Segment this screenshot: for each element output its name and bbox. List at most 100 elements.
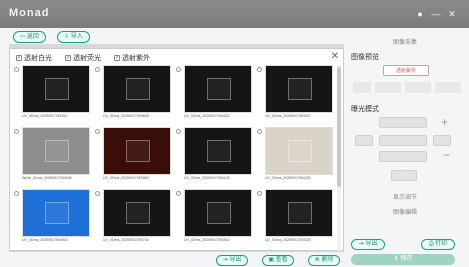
- back-label: 返回: [26, 34, 39, 40]
- panel-print-button[interactable]: ⎙ 打印: [421, 239, 455, 250]
- export-icon: ⇥: [222, 257, 228, 263]
- thumbnail-item[interactable]: White_XDms_20250917094046: [14, 127, 93, 185]
- select-radio[interactable]: [14, 67, 19, 72]
- save-icon: ⬇: [393, 256, 399, 262]
- select-radio[interactable]: [95, 129, 100, 134]
- sample-plate: [126, 140, 150, 162]
- print-icon: ⎙: [428, 241, 434, 247]
- check-uv[interactable]: ✓ 透射紫外: [114, 53, 150, 63]
- plus-icon[interactable]: +: [441, 115, 448, 129]
- thumbnail-caption: UV_XDms_20250917094125: [184, 176, 230, 180]
- export-icon: ⇥: [358, 241, 364, 247]
- tab-display[interactable]: 显示调节: [345, 192, 465, 201]
- exposure-apply[interactable]: [391, 170, 417, 181]
- thumbnail-item[interactable]: UV_XDms_20250917094902: [176, 189, 255, 247]
- panel-print-label: 打印: [435, 241, 448, 247]
- thumbnail-caption: UV_XDms_20250917094204: [184, 114, 230, 118]
- scrollbar[interactable]: [337, 65, 341, 251]
- sample-plate: [288, 140, 312, 162]
- sample-plate: [45, 202, 69, 224]
- back-button[interactable]: ⇦ 返回: [13, 31, 46, 43]
- exposure-minus-field[interactable]: [355, 135, 373, 146]
- panel-export-label: 导出: [365, 241, 378, 247]
- select-radio[interactable]: [14, 191, 19, 196]
- select-radio[interactable]: [257, 191, 262, 196]
- thumbnail-item[interactable]: UV_XDms_20250917094505: [95, 65, 174, 123]
- thumbnail-item[interactable]: UV_XDms_20250917094734: [95, 189, 174, 247]
- select-radio[interactable]: [176, 67, 181, 72]
- thumbnail-caption: UV_XDms_20250917091812: [22, 114, 68, 118]
- thumbnail-item[interactable]: UV_XDms_20250917091859: [95, 127, 174, 185]
- sample-plate: [45, 78, 69, 100]
- panel-export-button[interactable]: ⇥ 导出: [351, 239, 385, 250]
- exposure-plus-field[interactable]: [433, 135, 451, 146]
- thumbnail-image[interactable]: [103, 65, 171, 113]
- exposure-value-field[interactable]: [379, 135, 427, 146]
- select-radio[interactable]: [95, 191, 100, 196]
- check-white[interactable]: ✓ 透射白光: [16, 53, 52, 63]
- check-fluor[interactable]: ✓ 透射荧光: [65, 53, 101, 63]
- exposure-title: 曝光模式: [351, 106, 379, 113]
- thumbnail-image[interactable]: [103, 189, 171, 237]
- select-radio[interactable]: [95, 67, 100, 72]
- check-icon: ✓: [65, 55, 71, 61]
- thumbnail-item[interactable]: UV_XDms_20250917094230: [257, 127, 334, 185]
- check-icon: ✓: [114, 55, 120, 61]
- sample-plate: [207, 202, 231, 224]
- select-radio[interactable]: [176, 191, 181, 196]
- thumbnail-caption: UV_XDms_20250917094230: [265, 176, 311, 180]
- thumbnail-image[interactable]: [184, 127, 252, 175]
- export-button[interactable]: ⇥ 导出: [216, 255, 248, 266]
- import-button[interactable]: ⇩ 导入: [57, 31, 90, 43]
- thumbnail-caption: UV_XDms_20250917094902: [184, 238, 230, 242]
- thumbnail-image[interactable]: [265, 127, 333, 175]
- close-icon[interactable]: ✕: [447, 9, 457, 19]
- save-button[interactable]: ⬇ 保存: [351, 254, 455, 265]
- side-panel: 图像采集 图像预览 透射紫外 曝光模式 + − 显示调节 图像编辑 ⇥ 导出 ⎙…: [345, 30, 465, 265]
- thumbnail-image[interactable]: [22, 189, 90, 237]
- view-button[interactable]: ▣ 查看: [262, 255, 294, 266]
- thumbnail-image[interactable]: [184, 65, 252, 113]
- delete-button[interactable]: ⊗ 删除: [308, 255, 340, 266]
- back-icon: ⇦: [20, 34, 26, 40]
- tab-edit[interactable]: 图像编辑: [345, 207, 465, 216]
- dialog-close-icon[interactable]: ✕: [331, 51, 339, 62]
- preview-option[interactable]: [375, 82, 401, 93]
- exposure-option[interactable]: [379, 117, 427, 128]
- thumbnail-image[interactable]: [22, 127, 90, 175]
- thumbnail-image[interactable]: [265, 65, 333, 113]
- thumbnail-item[interactable]: UV_XDms_20250917094125: [176, 127, 255, 185]
- settings-icon[interactable]: ●: [415, 9, 425, 19]
- check-uv-label: 透射紫外: [122, 55, 150, 62]
- thumbnail-image[interactable]: [184, 189, 252, 237]
- import-icon: ⇩: [64, 34, 70, 40]
- thumbnail-item[interactable]: UV_XDms_20250917094903: [14, 189, 93, 247]
- select-radio[interactable]: [257, 129, 262, 134]
- view-label: 查看: [275, 257, 288, 263]
- thumbnail-item[interactable]: UV_XDms_20250917094204: [176, 65, 255, 123]
- delete-label: 删除: [321, 257, 334, 263]
- uv-mode-button[interactable]: 透射紫外: [383, 65, 429, 76]
- thumbnail-caption: UV_XDms_20250917094734: [103, 238, 149, 242]
- exposure-option[interactable]: [379, 151, 427, 162]
- minus-icon[interactable]: −: [443, 148, 450, 162]
- select-radio[interactable]: [14, 129, 19, 134]
- thumbnail-grid: UV_XDms_20250917091812 UV_XDms_2025091709…: [14, 65, 334, 251]
- thumbnail-item[interactable]: UV_XDms_20250917094325: [257, 189, 334, 247]
- preview-option[interactable]: [435, 82, 461, 93]
- select-radio[interactable]: [257, 67, 262, 72]
- minimize-icon[interactable]: —: [431, 9, 441, 19]
- preview-option[interactable]: [353, 82, 371, 93]
- thumbnail-item[interactable]: UV_XDms_20250917091812: [14, 65, 93, 123]
- title-bar: Monad ● — ✕: [0, 0, 469, 28]
- thumbnail-caption: UV_XDms_20250917094037: [265, 114, 311, 118]
- scrollbar-thumb[interactable]: [337, 67, 341, 187]
- sample-plate: [207, 140, 231, 162]
- tab-capture[interactable]: 图像采集: [345, 37, 465, 46]
- select-radio[interactable]: [176, 129, 181, 134]
- thumbnail-image[interactable]: [265, 189, 333, 237]
- thumbnail-image[interactable]: [103, 127, 171, 175]
- thumbnail-image[interactable]: [22, 65, 90, 113]
- preview-option[interactable]: [405, 82, 431, 93]
- thumbnail-item[interactable]: UV_XDms_20250917094037: [257, 65, 334, 123]
